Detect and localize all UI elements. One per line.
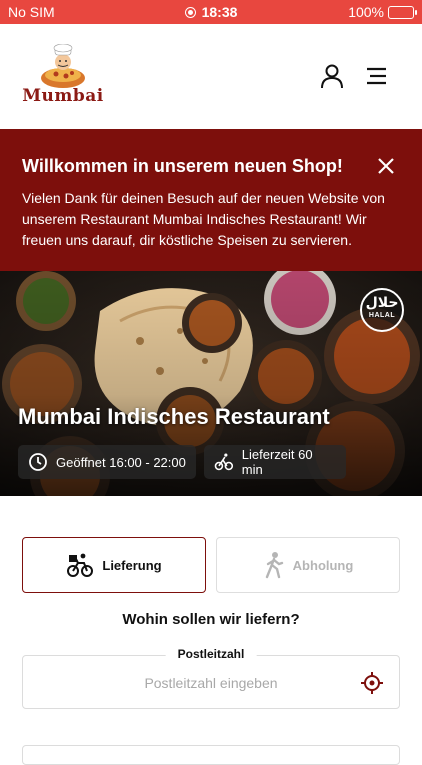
- next-field-partial: [22, 745, 400, 765]
- hero-section: حلال HALAL Mumbai Indisches Restaurant G…: [0, 271, 422, 496]
- halal-badge: حلال HALAL: [360, 288, 404, 332]
- close-icon: [378, 158, 394, 174]
- delivery-question: Wohin sollen wir liefern?: [122, 611, 300, 628]
- menu-button[interactable]: [364, 64, 390, 88]
- battery-status: 100%: [348, 4, 417, 20]
- battery-icon: [388, 5, 417, 19]
- user-icon: [321, 64, 343, 89]
- clock-icon: [29, 453, 47, 471]
- postal-code-label: Postleitzahl: [165, 647, 257, 661]
- delivery-time-text: Lieferzeit 60 min: [241, 447, 313, 477]
- opening-hours-badge: Geöffnet 16:00 - 22:00: [18, 445, 196, 479]
- status-bar: No SIM 18:38 100%: [0, 0, 422, 24]
- battery-label: 100%: [348, 4, 384, 20]
- halal-arabic-text: حلال: [365, 295, 399, 311]
- halal-text: HALAL: [368, 312, 396, 319]
- postal-code-field: Postleitzahl: [22, 647, 400, 709]
- user-account-button[interactable]: [318, 62, 346, 90]
- walking-icon: [265, 552, 283, 579]
- pickup-tab-label: Abholung: [292, 557, 354, 573]
- welcome-banner: Willkommen in unserem neuen Shop! Vielen…: [0, 129, 422, 271]
- screen-recording-icon: [184, 6, 196, 18]
- order-mode-selector: Lieferung Abholung: [22, 537, 400, 593]
- bike-icon: [214, 453, 234, 471]
- banner-title: Willkommen in unserem neuen Shop!: [22, 156, 343, 176]
- banner-text: Vielen Dank für deinen Besuch auf der ne…: [22, 190, 385, 248]
- restaurant-logo[interactable]: Mumbai: [22, 43, 104, 106]
- opening-hours-text: Geöffnet 16:00 - 22:00: [56, 454, 186, 470]
- delivery-tab-label: Lieferung: [102, 557, 162, 573]
- postal-code-input[interactable]: [35, 668, 387, 698]
- delivery-time-badge: Lieferzeit 60 min: [204, 445, 346, 479]
- menu-icon: [367, 67, 386, 85]
- chef-logo-icon: [41, 43, 85, 88]
- time-label: 18:38: [201, 4, 238, 20]
- locate-me-button[interactable]: [361, 672, 383, 694]
- site-header: Mumbai: [0, 24, 422, 129]
- delivery-bike-icon: [67, 553, 94, 577]
- crosshair-icon: [361, 672, 383, 694]
- pickup-tab[interactable]: Abholung: [216, 537, 400, 593]
- logo-text: Mumbai: [22, 86, 104, 106]
- banner-close-button[interactable]: [374, 154, 398, 178]
- restaurant-name: Mumbai Indisches Restaurant: [18, 404, 330, 429]
- delivery-tab[interactable]: Lieferung: [22, 537, 206, 593]
